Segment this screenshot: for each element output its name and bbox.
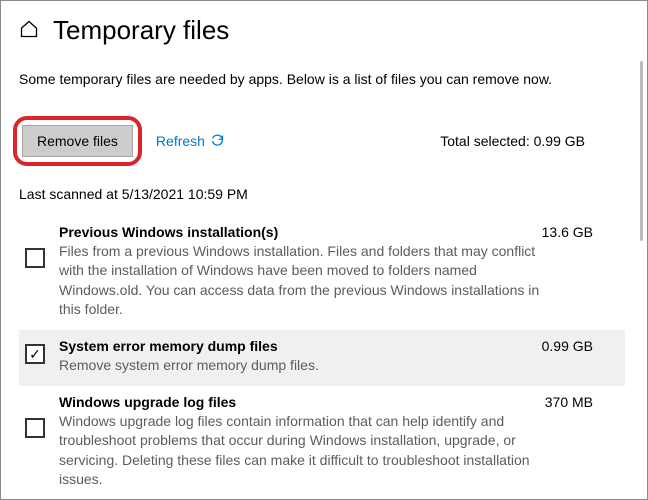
- scrollbar[interactable]: [640, 61, 643, 241]
- highlight-annotation: Remove files: [13, 116, 142, 166]
- action-row: Remove files Refresh Total selected: 0.9…: [19, 116, 625, 166]
- file-item: Previous Windows installation(s) 13.6 GB…: [19, 216, 625, 330]
- file-description: Remove system error memory dump files.: [59, 356, 559, 376]
- file-size: 0.99 GB: [542, 338, 619, 354]
- file-title: Previous Windows installation(s): [59, 224, 278, 240]
- header: Temporary files: [19, 15, 625, 46]
- total-selected-label: Total selected: 0.99 GB: [440, 133, 585, 149]
- page-title: Temporary files: [53, 15, 229, 46]
- file-description: Windows upgrade log files contain inform…: [59, 412, 559, 490]
- checkbox-memory-dump[interactable]: [25, 344, 45, 364]
- file-title: Windows upgrade log files: [59, 394, 236, 410]
- checkbox-upgrade-logs[interactable]: [25, 418, 45, 438]
- description-text: Some temporary files are needed by apps.…: [19, 70, 589, 90]
- refresh-icon: [210, 133, 225, 148]
- file-title: System error memory dump files: [59, 338, 278, 354]
- refresh-link[interactable]: Refresh: [156, 133, 225, 149]
- file-list: Previous Windows installation(s) 13.6 GB…: [19, 216, 625, 499]
- file-item: System error memory dump files 0.99 GB R…: [19, 330, 625, 386]
- file-size: 370 MB: [545, 394, 619, 410]
- last-scanned-text: Last scanned at 5/13/2021 10:59 PM: [19, 186, 625, 202]
- file-description: Files from a previous Windows installati…: [59, 242, 559, 320]
- remove-files-button[interactable]: Remove files: [22, 125, 133, 157]
- home-icon[interactable]: [19, 19, 39, 42]
- checkbox-previous-windows[interactable]: [25, 248, 45, 268]
- file-size: 13.6 GB: [542, 224, 619, 240]
- file-item: Windows upgrade log files 370 MB Windows…: [19, 386, 625, 499]
- refresh-label: Refresh: [156, 133, 205, 149]
